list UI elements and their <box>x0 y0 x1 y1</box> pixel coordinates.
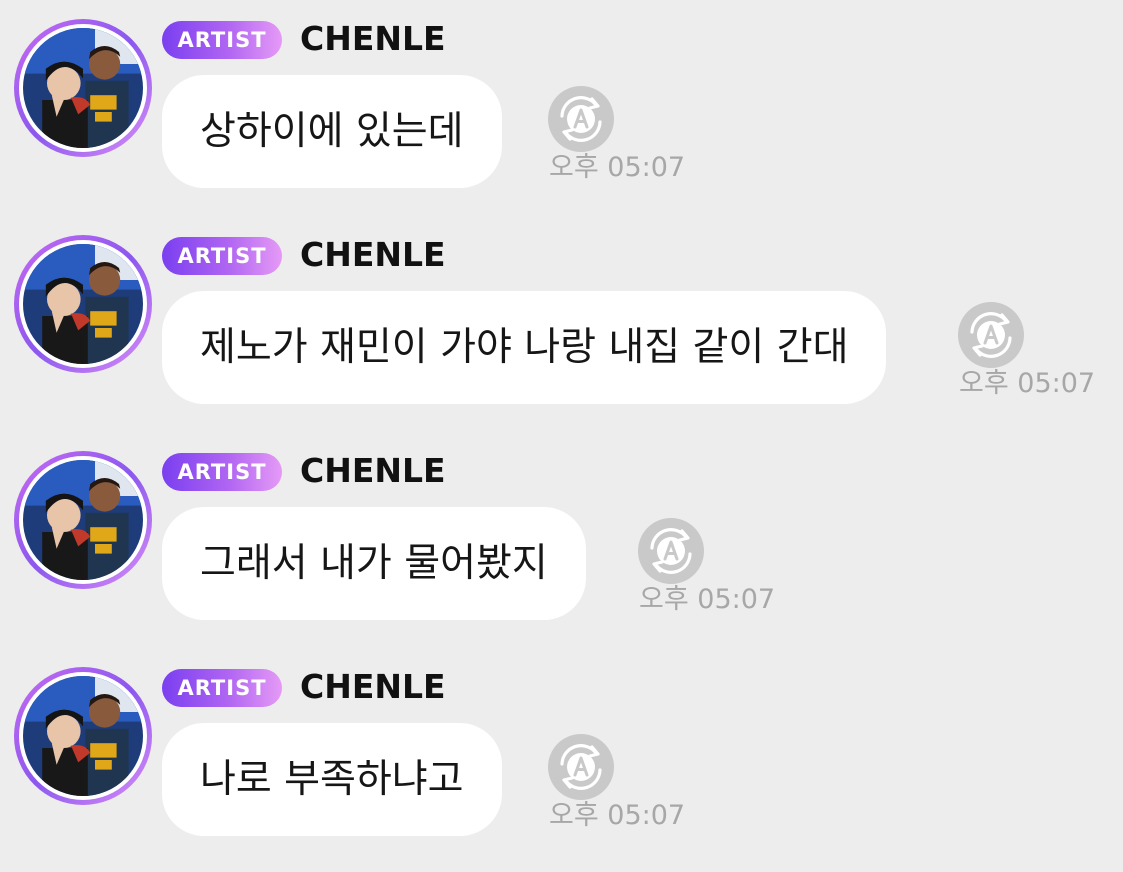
avatar-photo <box>23 676 143 796</box>
message-timestamp: 오후 05:07 <box>639 584 776 615</box>
message-bubble[interactable]: 제노가 재민이 가야 나랑 내집 같이 간대 <box>162 291 887 404</box>
avatar[interactable] <box>14 451 152 589</box>
sender-name[interactable]: CHENLE <box>300 233 446 277</box>
chat-message: ARTIST CHENLE 제노가 재민이 가야 나랑 내집 같이 간대 오후 … <box>0 216 1123 416</box>
artist-badge: ARTIST <box>162 453 282 491</box>
avatar-frame <box>19 24 147 152</box>
message-bubble[interactable]: 상하이에 있는데 <box>162 75 502 188</box>
auto-translate-icon[interactable] <box>958 302 1024 368</box>
avatar-photo <box>23 460 143 580</box>
artist-badge: ARTIST <box>162 669 282 707</box>
chat-message: ARTIST CHENLE 상하이에 있는데 오후 05:07 <box>0 0 1123 200</box>
auto-translate-icon[interactable] <box>548 86 614 152</box>
message-timestamp: 오후 05:07 <box>549 152 686 183</box>
avatar-photo <box>23 244 143 364</box>
chat-thread: ARTIST CHENLE 상하이에 있는데 오후 05:07 ARTIST C… <box>0 0 1123 872</box>
avatar-photo <box>23 28 143 148</box>
sender-name[interactable]: CHENLE <box>300 665 446 709</box>
message-timestamp: 오후 05:07 <box>959 368 1096 399</box>
avatar-frame <box>19 240 147 368</box>
avatar[interactable] <box>14 235 152 373</box>
auto-translate-icon[interactable] <box>548 734 614 800</box>
sender-name[interactable]: CHENLE <box>300 17 446 61</box>
avatar-frame <box>19 672 147 800</box>
avatar[interactable] <box>14 667 152 805</box>
message-bubble[interactable]: 나로 부족하냐고 <box>162 723 502 836</box>
chat-message: ARTIST CHENLE 그래서 내가 물어봤지 오후 05:07 <box>0 432 1123 632</box>
auto-translate-icon[interactable] <box>638 518 704 584</box>
message-timestamp: 오후 05:07 <box>549 800 686 831</box>
avatar[interactable] <box>14 19 152 157</box>
avatar-frame <box>19 456 147 584</box>
chat-message: ARTIST CHENLE 나로 부족하냐고 오후 05:07 <box>0 648 1123 848</box>
message-bubble[interactable]: 그래서 내가 물어봤지 <box>162 507 586 620</box>
artist-badge: ARTIST <box>162 21 282 59</box>
sender-name[interactable]: CHENLE <box>300 449 446 493</box>
artist-badge: ARTIST <box>162 237 282 275</box>
